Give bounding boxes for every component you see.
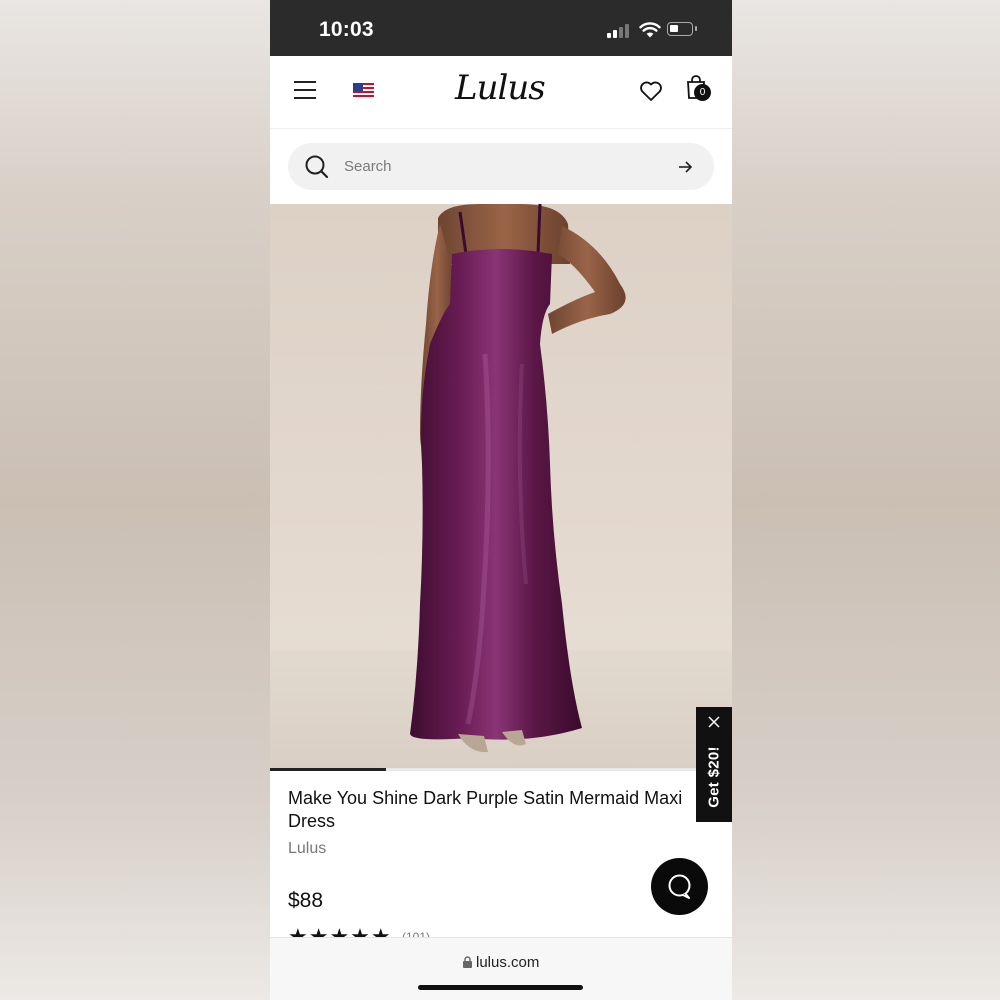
status-bar: 10:03 [270, 0, 732, 56]
status-time: 10:03 [319, 18, 374, 41]
url-text[interactable]: lulus.com [476, 954, 539, 971]
product-title: Make You Shine Dark Purple Satin Mermaid… [288, 788, 683, 831]
signal-icon [607, 22, 631, 38]
promo-tab[interactable]: Get $20! [696, 707, 732, 822]
hamburger-menu-icon[interactable] [294, 81, 316, 99]
blurred-backdrop-right [732, 0, 1000, 1000]
lock-icon [463, 956, 472, 968]
home-indicator[interactable] [418, 985, 583, 990]
product-price: $88 [288, 889, 324, 912]
phone-screen: 10:03 Lulus 0 Search Make You Shine Dark… [270, 0, 732, 1000]
chat-bubble-icon [668, 874, 691, 899]
bag-count-badge: 0 [694, 84, 711, 101]
browser-url-bar[interactable]: lulus.com [270, 937, 732, 1000]
close-icon[interactable] [707, 715, 721, 729]
image-carousel-progress [270, 768, 732, 771]
product-brand[interactable]: Lulus [288, 840, 326, 858]
wishlist-heart-icon[interactable] [639, 80, 663, 102]
site-header: Lulus 0 [270, 56, 732, 129]
lulus-logo[interactable]: Lulus [455, 68, 546, 108]
battery-icon [667, 22, 697, 36]
product-image[interactable] [270, 204, 732, 768]
arrow-right-icon[interactable] [677, 159, 693, 175]
search-icon [305, 155, 329, 179]
blurred-backdrop-left [0, 0, 270, 1000]
search-input[interactable] [344, 143, 664, 190]
promo-label[interactable]: Get $20! [706, 746, 723, 808]
wifi-icon [639, 22, 661, 38]
chat-button[interactable] [651, 858, 708, 915]
search-bar[interactable] [288, 143, 714, 190]
us-flag-icon[interactable] [353, 83, 374, 98]
